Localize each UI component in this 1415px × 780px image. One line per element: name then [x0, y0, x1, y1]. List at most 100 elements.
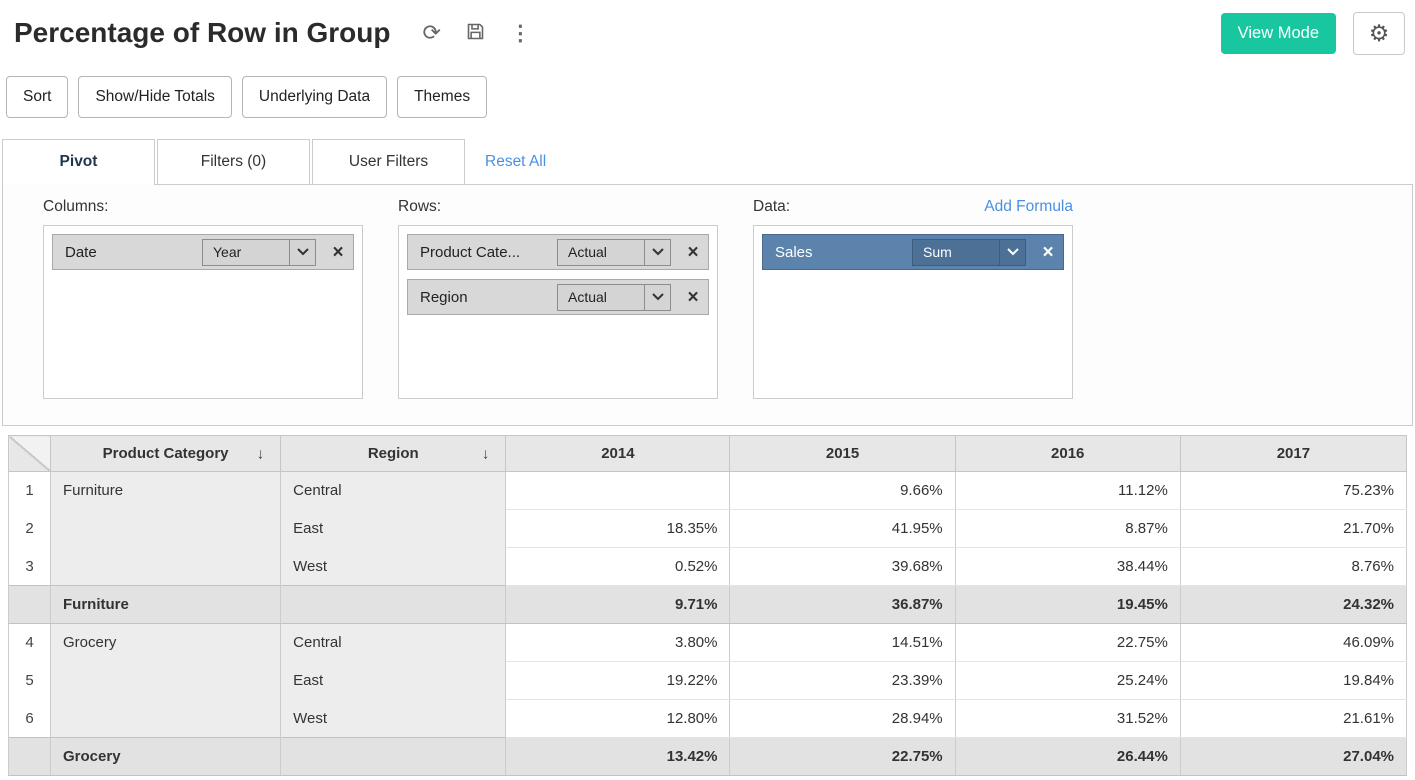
app-header: Percentage of Row in Group ⟳ ⋮ View Mode… — [0, 0, 1415, 56]
aggregation-dropdown[interactable]: Year — [202, 239, 316, 266]
aggregation-dropdown[interactable]: Actual — [557, 239, 671, 266]
value-cell: 31.52% — [955, 700, 1180, 738]
aggregation-value: Actual — [558, 289, 644, 305]
region-cell — [281, 738, 506, 776]
region-cell: West — [281, 700, 506, 738]
aggregation-dropdown[interactable]: Sum — [912, 239, 1026, 266]
pivot-table-container: Product Category ↓ Region ↓ 2014 2015 20… — [8, 435, 1407, 776]
add-formula-link[interactable]: Add Formula — [984, 198, 1073, 216]
field-pill-label: Product Cate... — [408, 244, 557, 261]
value-cell: 12.80% — [506, 700, 730, 738]
row-number: 2 — [9, 510, 51, 548]
value-cell: 9.66% — [730, 472, 955, 510]
value-cell: 25.24% — [955, 662, 1180, 700]
kebab-menu-icon: ⋮ — [510, 23, 531, 44]
value-cell: 13.42% — [506, 738, 730, 776]
field-pill-region[interactable]: Region Actual × — [407, 279, 709, 315]
value-cell: 46.09% — [1180, 624, 1406, 662]
row-number: 1 — [9, 472, 51, 510]
region-cell: East — [281, 510, 506, 548]
region-cell: West — [281, 548, 506, 586]
value-cell: 21.70% — [1180, 510, 1406, 548]
chevron-down-icon — [999, 240, 1025, 265]
row-number — [9, 738, 51, 776]
chevron-down-icon — [289, 240, 315, 265]
chevron-down-icon — [644, 285, 670, 310]
column-header-2014[interactable]: 2014 — [506, 436, 730, 472]
category-cell — [51, 700, 281, 738]
save-icon — [465, 21, 486, 45]
field-pill-sales[interactable]: Sales Sum × — [762, 234, 1064, 270]
value-cell: 22.75% — [730, 738, 955, 776]
tab-user-filters[interactable]: User Filters — [312, 139, 465, 184]
show-hide-totals-button[interactable]: Show/Hide Totals — [78, 76, 231, 118]
value-cell: 8.76% — [1180, 548, 1406, 586]
value-cell: 11.12% — [955, 472, 1180, 510]
subtotal-row: Grocery 13.42% 22.75% 26.44% 27.04% — [9, 738, 1407, 776]
field-pill-label: Region — [408, 289, 557, 306]
category-cell — [51, 510, 281, 548]
value-cell: 3.80% — [506, 624, 730, 662]
page-title: Percentage of Row in Group — [14, 17, 390, 49]
value-cell: 22.75% — [955, 624, 1180, 662]
more-options-button[interactable]: ⋮ — [510, 23, 531, 44]
value-cell: 19.45% — [955, 586, 1180, 624]
field-pill-date[interactable]: Date Year × — [52, 234, 354, 270]
field-pill-label: Sales — [763, 244, 912, 261]
columns-zone: Columns: Date Year × — [43, 198, 363, 404]
remove-field-button[interactable]: × — [323, 243, 353, 262]
remove-field-button[interactable]: × — [1033, 243, 1063, 262]
value-cell: 21.61% — [1180, 700, 1406, 738]
column-header-product-category[interactable]: Product Category ↓ — [51, 436, 281, 472]
table-row: 3 West 0.52% 39.68% 38.44% 8.76% — [9, 548, 1407, 586]
table-row: 5 East 19.22% 23.39% 25.24% 19.84% — [9, 662, 1407, 700]
row-number: 6 — [9, 700, 51, 738]
field-pill-product-category[interactable]: Product Cate... Actual × — [407, 234, 709, 270]
value-cell: 23.39% — [730, 662, 955, 700]
remove-field-button[interactable]: × — [678, 243, 708, 262]
tab-pivot[interactable]: Pivot — [2, 139, 155, 184]
pivot-table: Product Category ↓ Region ↓ 2014 2015 20… — [8, 435, 1407, 776]
data-zone: Data: Add Formula Sales Sum × — [753, 198, 1073, 404]
value-cell: 9.71% — [506, 586, 730, 624]
row-number: 4 — [9, 624, 51, 662]
columns-dropbox[interactable]: Date Year × — [43, 225, 363, 399]
remove-field-button[interactable]: × — [678, 288, 708, 307]
value-cell: 28.94% — [730, 700, 955, 738]
header-icon-group: ⟳ ⋮ — [422, 21, 530, 45]
column-header-2015[interactable]: 2015 — [730, 436, 955, 472]
refresh-button[interactable]: ⟳ — [422, 22, 440, 44]
table-row: 6 West 12.80% 28.94% 31.52% 21.61% — [9, 700, 1407, 738]
rows-dropbox[interactable]: Product Cate... Actual × Region Actual — [398, 225, 718, 399]
underlying-data-button[interactable]: Underlying Data — [242, 76, 387, 118]
field-pill-label: Date — [53, 244, 202, 261]
value-cell: 19.84% — [1180, 662, 1406, 700]
sort-desc-icon: ↓ — [257, 445, 265, 462]
table-row: 4 Grocery Central 3.80% 14.51% 22.75% 46… — [9, 624, 1407, 662]
save-button[interactable] — [465, 21, 486, 45]
rows-zone: Rows: Product Cate... Actual × Region Ac… — [398, 198, 718, 404]
columns-label: Columns: — [43, 198, 108, 216]
value-cell: 41.95% — [730, 510, 955, 548]
column-header-region[interactable]: Region ↓ — [281, 436, 506, 472]
tab-filters[interactable]: Filters (0) — [157, 139, 310, 184]
category-cell: Grocery — [51, 738, 281, 776]
view-mode-button[interactable]: View Mode — [1221, 13, 1336, 54]
chevron-down-icon — [644, 240, 670, 265]
themes-button[interactable]: Themes — [397, 76, 487, 118]
settings-button[interactable]: ⚙ — [1353, 12, 1405, 55]
reset-all-link[interactable]: Reset All — [485, 153, 546, 171]
value-cell: 36.87% — [730, 586, 955, 624]
column-header-2016[interactable]: 2016 — [955, 436, 1180, 472]
region-cell: Central — [281, 624, 506, 662]
data-label: Data: — [753, 198, 790, 216]
sort-button[interactable]: Sort — [6, 76, 68, 118]
category-cell — [51, 662, 281, 700]
value-cell: 26.44% — [955, 738, 1180, 776]
row-number — [9, 586, 51, 624]
aggregation-dropdown[interactable]: Actual — [557, 284, 671, 311]
data-dropbox[interactable]: Sales Sum × — [753, 225, 1073, 399]
rows-label: Rows: — [398, 198, 441, 216]
category-cell — [51, 548, 281, 586]
column-header-2017[interactable]: 2017 — [1180, 436, 1406, 472]
